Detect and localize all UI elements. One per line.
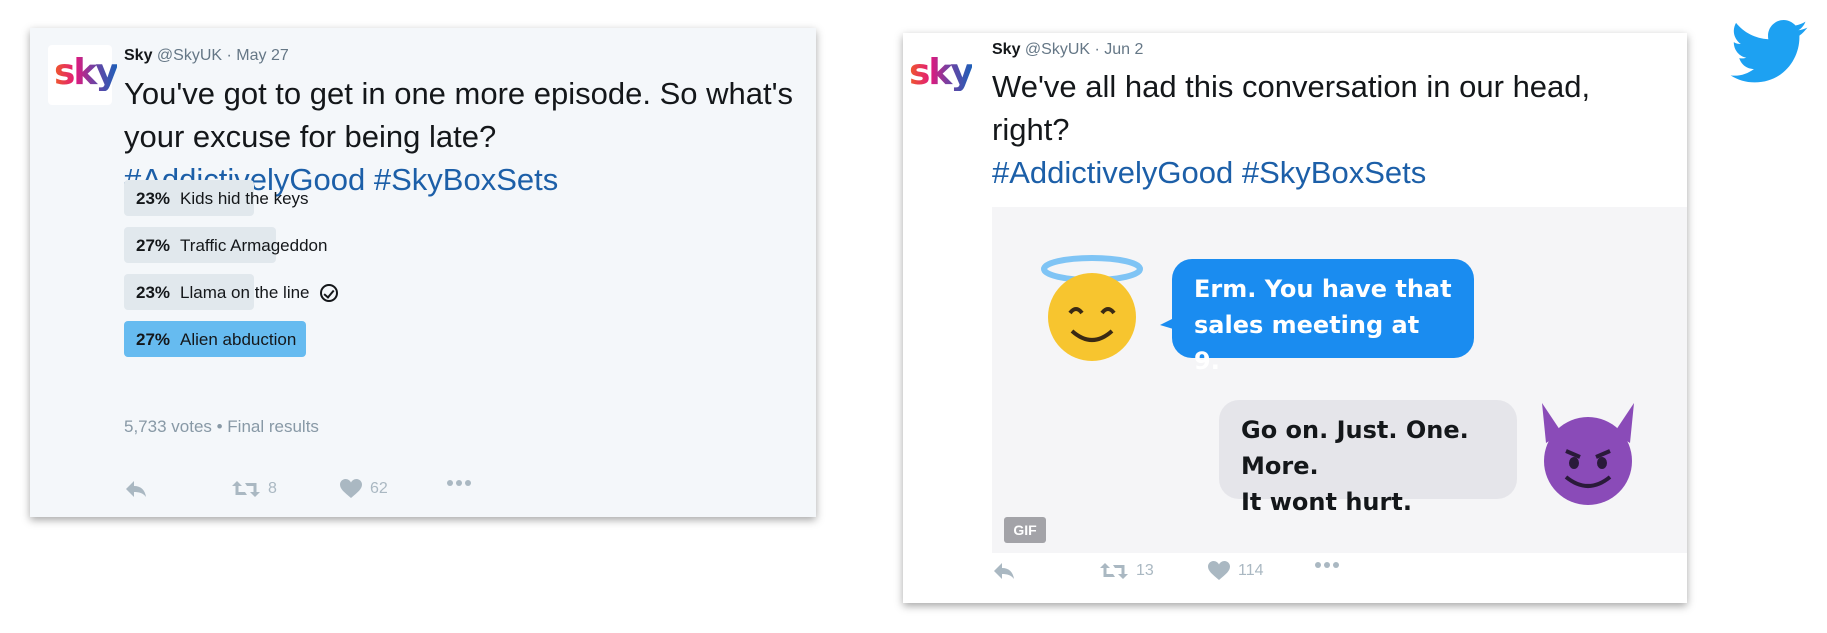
- voted-check-icon: [319, 284, 338, 302]
- more-icon: [447, 480, 471, 486]
- tweet-text: We've all had this conversation in our h…: [992, 65, 1672, 194]
- angel-emoji-icon: [1041, 255, 1143, 361]
- bubble-tail: [1496, 459, 1516, 475]
- like-button[interactable]: 62: [340, 479, 388, 499]
- poll-percent: 23%: [136, 283, 171, 302]
- heart-icon: [340, 479, 362, 498]
- gif-media[interactable]: Erm. You have that sales meeting at 9. G…: [992, 207, 1687, 553]
- devil-emoji-icon: [1542, 403, 1634, 505]
- poll-results-meta: 5,733 votes • Final results: [124, 417, 319, 436]
- tweet-card-poll[interactable]: sky Sky @SkyUK · May 27 You've got to ge…: [30, 28, 816, 517]
- retweet-button[interactable]: 13: [1100, 561, 1154, 581]
- message-bubble-grey: Go on. Just. One. More. It wont hurt.: [1219, 400, 1517, 516]
- message-line: It wont hurt.: [1241, 488, 1412, 516]
- retweet-button[interactable]: 8: [232, 479, 277, 499]
- tweet-card-gif[interactable]: sky Sky @SkyUK · Jun 2 We've all had thi…: [903, 33, 1687, 603]
- reply-icon: [994, 563, 1014, 579]
- poll-label: Traffic Armageddon: [180, 236, 328, 255]
- poll-option: 27% Traffic Armageddon: [124, 227, 684, 263]
- avatar[interactable]: sky: [48, 45, 119, 105]
- poll-label: Kids hid the keys: [180, 189, 309, 208]
- poll-label: Llama on the line: [180, 283, 310, 302]
- poll-percent: 27%: [136, 236, 171, 255]
- author-name[interactable]: Sky: [124, 47, 152, 64]
- gif-badge: GIF: [1004, 517, 1046, 543]
- sky-logo: sky: [909, 52, 974, 93]
- retweet-count: 8: [268, 480, 277, 497]
- more-button[interactable]: [446, 479, 472, 487]
- poll-option: 23% Llama on the line: [124, 274, 684, 310]
- hashtags[interactable]: #AddictivelyGood #SkyBoxSets: [992, 151, 1672, 194]
- reply-icon: [126, 481, 146, 497]
- author-handle-date[interactable]: @SkyUK · May 27: [157, 47, 289, 64]
- poll-label: Alien abduction: [180, 330, 297, 349]
- like-count: 62: [370, 480, 388, 497]
- tweet-body: You've got to get in one more episode. S…: [124, 76, 794, 154]
- sky-logo: sky: [54, 52, 119, 93]
- more-button[interactable]: [1314, 561, 1340, 569]
- like-count: 114: [1238, 562, 1264, 579]
- tweet-body: We've all had this conversation in our h…: [992, 69, 1591, 147]
- author-name[interactable]: Sky: [992, 41, 1020, 58]
- retweet-icon: [232, 481, 260, 497]
- more-icon: [1315, 562, 1339, 568]
- heart-icon: [1208, 561, 1230, 580]
- like-button[interactable]: 114: [1208, 561, 1264, 581]
- poll-option: 23% Kids hid the keys: [124, 180, 684, 216]
- poll-percent: 23%: [136, 189, 171, 208]
- tweet-header: Sky @SkyUK · May 27: [124, 47, 289, 65]
- message-line: Erm. You have that: [1194, 275, 1452, 303]
- avatar[interactable]: sky: [903, 45, 974, 105]
- message-line: sales meeting at 9.: [1194, 311, 1420, 375]
- tweet-header: Sky @SkyUK · Jun 2: [992, 41, 1143, 59]
- retweet-count: 13: [1136, 562, 1154, 579]
- retweet-icon: [1100, 563, 1128, 579]
- message-line: Go on. Just. One. More.: [1241, 416, 1469, 480]
- twitter-bird-icon: [1730, 20, 1808, 83]
- author-handle-date[interactable]: @SkyUK · Jun 2: [1025, 41, 1144, 58]
- reply-button[interactable]: [992, 561, 1016, 581]
- message-bubble-blue: Erm. You have that sales meeting at 9.: [1172, 259, 1474, 375]
- poll-percent: 27%: [136, 330, 171, 349]
- reply-button[interactable]: [124, 479, 148, 499]
- poll-option-winner: 27% Alien abduction: [124, 321, 684, 357]
